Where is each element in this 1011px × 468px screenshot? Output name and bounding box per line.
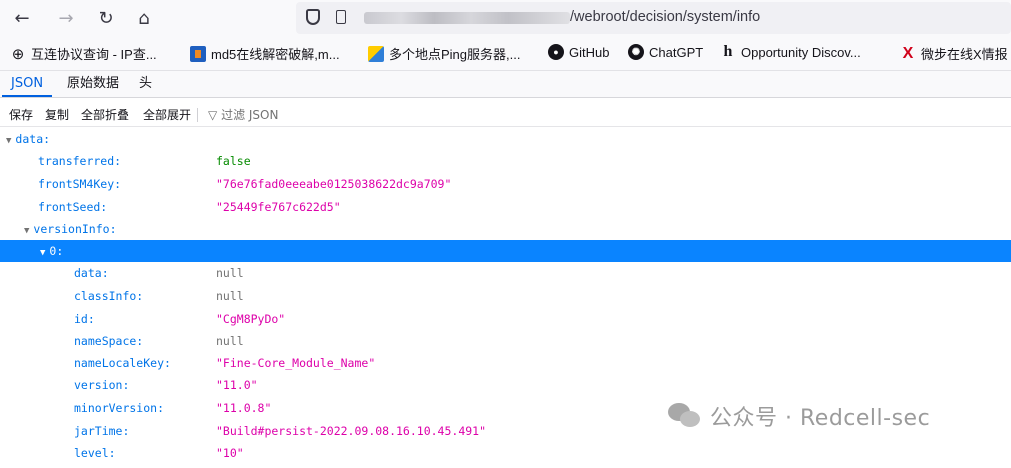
bookmark-chatgpt[interactable]: ✺ ChatGPT (628, 44, 703, 60)
reload-icon[interactable]: ↻ (92, 4, 120, 32)
json-viewer-tabs: JSON 原始数据 头 (0, 71, 1011, 98)
tab-headers[interactable]: 头 (130, 71, 161, 97)
value-string: "CgM8PyDo" (216, 312, 286, 326)
bookmark-label: 多个地点Ping服务器,... (389, 47, 521, 62)
tree-key: ▼ 0: (40, 240, 63, 264)
bookmark-label: 互连协议查询 - IP查... (31, 47, 157, 62)
key-label: data: (15, 132, 51, 146)
tree-key: ▼ versionInfo: (24, 218, 117, 242)
value-null: null (216, 266, 244, 280)
tree-row[interactable]: frontSM4Key: "76e76fad0eeeabe0125038622d… (0, 173, 1011, 195)
ping-site-icon (368, 45, 384, 62)
watermark-text: 公众号 · Redcell-sec (710, 406, 931, 431)
value-string: "76e76fad0eeeabe0125038622dc9a709" (216, 177, 452, 191)
wechat-watermark: 公众号 · Redcell-sec (668, 400, 930, 432)
tree-row-versioninfo[interactable]: ▼ versionInfo: (0, 218, 1011, 240)
tree-row[interactable]: nameSpace: null (0, 330, 1011, 352)
json-toolbar: 保存 复制 全部折叠 全部展开 ▽ 过滤 JSON (0, 104, 1011, 127)
copy-button[interactable]: 复制 (45, 106, 69, 123)
value-string: "11.0" (216, 378, 258, 392)
collapse-all-button[interactable]: 全部折叠 (81, 106, 129, 123)
value-string: "Fine-Core_Module_Name" (216, 356, 376, 370)
bookmark-label: 微步在线X情报 (921, 47, 1008, 62)
tab-json[interactable]: JSON (2, 71, 53, 97)
chatgpt-icon: ✺ (628, 44, 644, 60)
bookmark-opportunity[interactable]: h Opportunity Discov... (720, 43, 861, 60)
expanded-triangle-icon: ▼ (24, 226, 30, 236)
key-label: id: (74, 312, 95, 326)
filter-icon: ▽ (208, 108, 218, 122)
value-string: "11.0.8" (216, 401, 272, 415)
tab-raw-data[interactable]: 原始数据 (58, 71, 128, 97)
bookmark-label: md5在线解密破解,m... (211, 47, 340, 62)
tree-row-selected[interactable]: ▼ 0: (0, 240, 1011, 262)
key-label: version: (74, 378, 130, 392)
key-label: level: (74, 446, 116, 460)
tree-row[interactable]: classInfo: null (0, 285, 1011, 307)
value-string: "10" (216, 446, 244, 460)
expanded-triangle-icon: ▼ (6, 136, 12, 146)
browser-toolbar: ← → ↻ ⌂ /webroot/decision/system/info (0, 0, 1011, 36)
value-string: "25449fe767c622d5" (216, 200, 341, 214)
bookmark-ip-lookup[interactable]: ⊕ 互连协议查询 - IP查... (10, 44, 157, 63)
key-label: jarTime: (74, 424, 130, 438)
key-label: frontSM4Key: (38, 177, 122, 191)
key-label: classInfo: (74, 289, 144, 303)
bookmark-ping[interactable]: 多个地点Ping服务器,... (368, 44, 520, 63)
expand-all-button[interactable]: 全部展开 (143, 106, 191, 123)
filter-json-input[interactable]: ▽ 过滤 JSON (208, 106, 278, 123)
tree-key: ▼ data: (6, 128, 50, 152)
bookmark-github[interactable]: ● GitHub (548, 44, 609, 60)
key-label: transferred: (38, 154, 122, 168)
tree-row[interactable]: level: "10" (0, 442, 1011, 464)
github-icon: ● (548, 44, 564, 60)
address-bar[interactable]: /webroot/decision/system/info (296, 2, 1011, 34)
key-label: 0: (49, 244, 64, 258)
key-label: data: (74, 266, 109, 280)
tree-row[interactable]: data: null (0, 262, 1011, 284)
opportunity-icon: h (723, 43, 733, 60)
home-icon[interactable]: ⌂ (130, 4, 158, 32)
tree-row[interactable]: version: "11.0" (0, 374, 1011, 396)
back-arrow-icon[interactable]: ← (8, 4, 36, 32)
expanded-triangle-icon: ▼ (40, 248, 46, 258)
key-label: versionInfo: (33, 222, 117, 236)
key-label: frontSeed: (38, 200, 108, 214)
wechat-icon (668, 403, 702, 429)
key-label: nameSpace: (74, 334, 144, 348)
tree-row[interactable]: nameLocaleKey: "Fine-Core_Module_Name" (0, 352, 1011, 374)
forward-arrow-icon[interactable]: → (52, 4, 80, 32)
bookmark-md5[interactable]: md5在线解密破解,m... (190, 44, 340, 63)
bookmark-label: Opportunity Discov... (741, 44, 861, 60)
bookmarks-bar: ⊕ 互连协议查询 - IP查... md5在线解密破解,m... 多个地点Pin… (0, 36, 1011, 71)
tree-row-data[interactable]: ▼ data: (0, 128, 1011, 150)
value-null: null (216, 289, 244, 303)
md5-site-icon (190, 45, 206, 62)
threatbook-icon: X (902, 44, 914, 62)
save-button[interactable]: 保存 (9, 106, 33, 123)
page-info-icon[interactable] (336, 10, 346, 24)
key-label: nameLocaleKey: (74, 356, 171, 370)
bookmark-label: ChatGPT (649, 44, 704, 60)
filter-placeholder: 过滤 JSON (221, 108, 279, 122)
value-null: null (216, 334, 244, 348)
globe-icon: ⊕ (11, 45, 25, 63)
value-string: "Build#persist-2022.09.08.16.10.45.491" (216, 424, 487, 438)
tree-row[interactable]: id: "CgM8PyDo" (0, 308, 1011, 330)
tree-row[interactable]: transferred: false (0, 150, 1011, 172)
bookmark-label: GitHub (569, 44, 610, 60)
redacted-host (364, 12, 570, 24)
tracking-protection-shield-icon[interactable] (306, 9, 320, 25)
bookmark-threatbook[interactable]: X 微步在线X情报 (900, 44, 1008, 63)
key-label: minorVersion: (74, 401, 165, 415)
value-boolean: false (216, 154, 251, 168)
toolbar-divider (197, 108, 198, 122)
url-path-text: /webroot/decision/system/info (570, 9, 761, 25)
tree-row[interactable]: frontSeed: "25449fe767c622d5" (0, 196, 1011, 218)
